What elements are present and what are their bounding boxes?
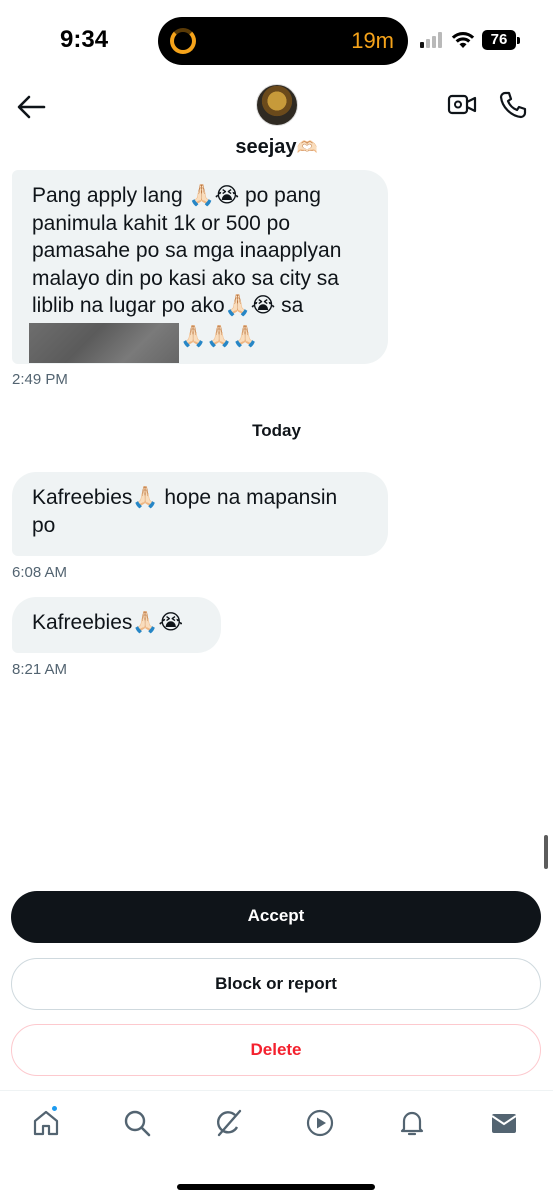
- block-or-report-button[interactable]: Block or report: [11, 958, 541, 1010]
- home-icon: [33, 1110, 59, 1136]
- message-line: pamasahe po sa mga inaapplyan: [32, 239, 342, 262]
- message-timestamp: 6:08 AM: [12, 564, 68, 581]
- message-trailing-emoji: 🙏🏻🙏🏻🙏🏻: [180, 325, 259, 348]
- message-bubble[interactable]: Kafreebies🙏🏻 hope na mapansin po: [12, 472, 388, 556]
- phone-icon[interactable]: [498, 90, 528, 120]
- delete-button[interactable]: Delete: [11, 1024, 541, 1076]
- redaction-block: [29, 323, 179, 363]
- clock: 9:34: [60, 26, 109, 53]
- tab-notifications[interactable]: [396, 1107, 428, 1139]
- accept-button[interactable]: Accept: [11, 891, 541, 943]
- contact-name-text: seejay: [235, 136, 297, 158]
- message-line: Kafreebies🙏🏻😭: [32, 611, 184, 634]
- wifi-icon: [451, 32, 475, 48]
- name-emoji: 🫶🏻: [296, 138, 318, 157]
- message-bubble[interactable]: Pang apply lang 🙏🏻😭 po pang panimula kah…: [12, 170, 388, 364]
- back-arrow-icon[interactable]: [14, 90, 48, 124]
- message-bubble[interactable]: Kafreebies🙏🏻😭: [12, 597, 221, 653]
- message-line: Pang apply lang 🙏🏻😭 po pang: [32, 184, 321, 207]
- timer-icon: [170, 28, 196, 54]
- cellular-signal-icon: [420, 32, 444, 48]
- grok-icon: [216, 1109, 242, 1137]
- battery-indicator: 76: [482, 30, 516, 50]
- video-camera-icon[interactable]: [447, 92, 477, 118]
- tab-messages[interactable]: [488, 1107, 520, 1139]
- messages-envelope-icon: [491, 1114, 517, 1133]
- search-icon: [124, 1110, 151, 1137]
- tab-home[interactable]: [30, 1105, 62, 1139]
- contact-name[interactable]: seejay🫶🏻: [0, 136, 553, 159]
- activity-timer: 19m: [351, 28, 394, 53]
- conversation-header: seejay🫶🏻: [0, 84, 553, 168]
- date-separator: Today: [252, 421, 301, 440]
- battery-cap: [517, 37, 520, 44]
- tab-search[interactable]: [121, 1107, 153, 1139]
- notifications-bell-icon: [400, 1111, 424, 1136]
- tab-grok[interactable]: [213, 1107, 245, 1139]
- status-bar: 9:34 19m 76: [0, 0, 553, 84]
- tab-video[interactable]: [304, 1107, 336, 1139]
- scrollbar[interactable]: [544, 835, 548, 869]
- home-indicator[interactable]: [177, 1184, 375, 1190]
- message-timestamp: 2:49 PM: [12, 371, 68, 388]
- message-line: po: [32, 513, 56, 537]
- video-play-icon: [306, 1109, 334, 1137]
- message-line: panimula kahit 1k or 500 po: [32, 211, 290, 235]
- dynamic-island[interactable]: 19m: [158, 17, 408, 65]
- message-line: liblib na lugar po ako🙏🏻😭 sa: [32, 294, 304, 317]
- message-line: Kafreebies🙏🏻 hope na mapansin: [32, 486, 338, 509]
- message-timestamp: 8:21 AM: [12, 661, 68, 678]
- notification-dot: [51, 1105, 58, 1112]
- avatar[interactable]: [256, 84, 298, 126]
- message-line: malayo din po kasi ako sa city sa: [32, 266, 339, 290]
